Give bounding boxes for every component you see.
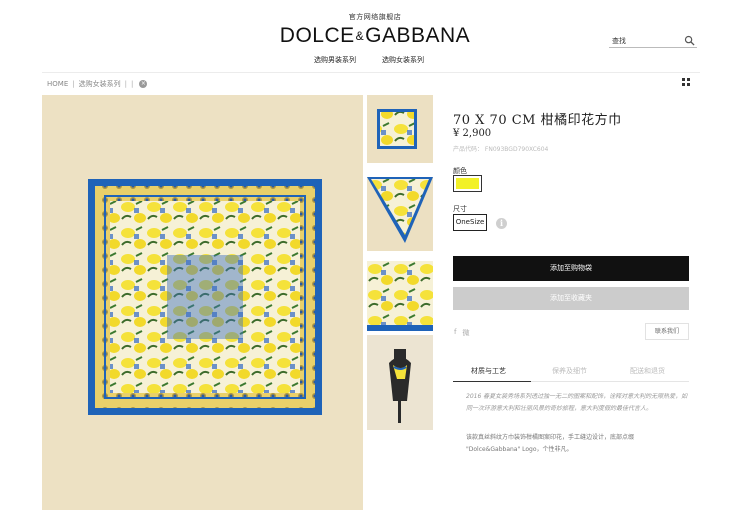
header-divider	[42, 72, 700, 73]
breadcrumb-separator: |	[130, 80, 134, 88]
description-paragraph-1: 2016 春夏女装秀场系列透过独一无二的图案和配饰，诠释对意大利的无限热爱，如同…	[466, 393, 688, 412]
contact-us-button[interactable]: 联系我们	[645, 323, 689, 340]
add-to-bag-button[interactable]: 添加至购物袋	[453, 256, 689, 281]
product-info-tabs: 材质与工艺 保养及细节 配送和退货	[453, 360, 689, 382]
weibo-share-icon[interactable]: 微	[462, 328, 469, 338]
thumbnail-1[interactable]	[367, 95, 433, 163]
product-price: ¥ 2,900	[453, 128, 492, 139]
thumbnail-1-image	[367, 95, 433, 163]
breadcrumb-home[interactable]: HOME	[47, 80, 68, 88]
thumbnail-2[interactable]	[367, 177, 433, 251]
thumbnail-3[interactable]	[367, 261, 433, 331]
facebook-share-icon[interactable]: f	[454, 328, 456, 338]
size-option-onesize[interactable]: OneSize	[453, 214, 487, 231]
scarf-illustration	[88, 179, 322, 415]
product-main-image[interactable]	[42, 95, 363, 510]
tab-material[interactable]: 材质与工艺	[471, 366, 506, 376]
logo-ampersand: &	[355, 29, 365, 43]
tab-care[interactable]: 保养及细节	[552, 366, 587, 376]
breadcrumb-close-icon[interactable]: ×	[139, 80, 148, 88]
thumbnail-4[interactable]	[367, 335, 433, 430]
share-links: f 微	[454, 328, 469, 338]
breadcrumb-separator: |	[72, 80, 75, 88]
search-placeholder: 查找	[612, 37, 626, 45]
color-swatch-yellow[interactable]	[453, 175, 482, 192]
add-to-favorites-button[interactable]: 添加至收藏夹	[453, 287, 689, 310]
nav-women[interactable]: 选购女装系列	[382, 55, 424, 65]
search-field[interactable]: 查找	[609, 34, 697, 48]
color-swatch-fill	[456, 178, 479, 189]
logo-text-left: DOLCE	[279, 24, 355, 47]
grid-view-icon[interactable]	[682, 78, 690, 86]
official-store-link[interactable]: 官方网络旗舰店	[0, 12, 750, 22]
thumbnail-2-image	[367, 177, 433, 251]
nav-men[interactable]: 选购男装系列	[314, 55, 356, 65]
search-icon[interactable]	[684, 35, 695, 46]
breadcrumb-separator: |	[124, 80, 127, 88]
product-title: 70 X 70 CM 柑橘印花方巾	[453, 113, 622, 128]
breadcrumb-category[interactable]: 选购女装系列	[79, 79, 121, 89]
active-tab-indicator	[453, 381, 531, 382]
product-page: 官方网络旗舰店 DOLCE&GABBANA 查找 选购男装系列 选购女装系列 H…	[0, 0, 750, 522]
size-info-icon[interactable]: i	[496, 218, 507, 229]
product-code: 产品代码： FN093BGD790XC604	[453, 146, 549, 153]
size-label: 尺寸	[453, 205, 467, 213]
description-paragraph-2: 该款真丝斜纹方巾装饰柑橘图案印花，手工缝边设计，底部点缀 "Dolce&Gabb…	[466, 434, 635, 453]
tab-delivery[interactable]: 配送和退货	[630, 366, 665, 376]
breadcrumb: HOME | 选购女装系列 | | ×	[47, 79, 148, 89]
thumbnail-4-image	[367, 335, 433, 430]
thumbnail-3-image	[367, 261, 433, 331]
logo-text-right: GABBANA	[365, 24, 471, 47]
